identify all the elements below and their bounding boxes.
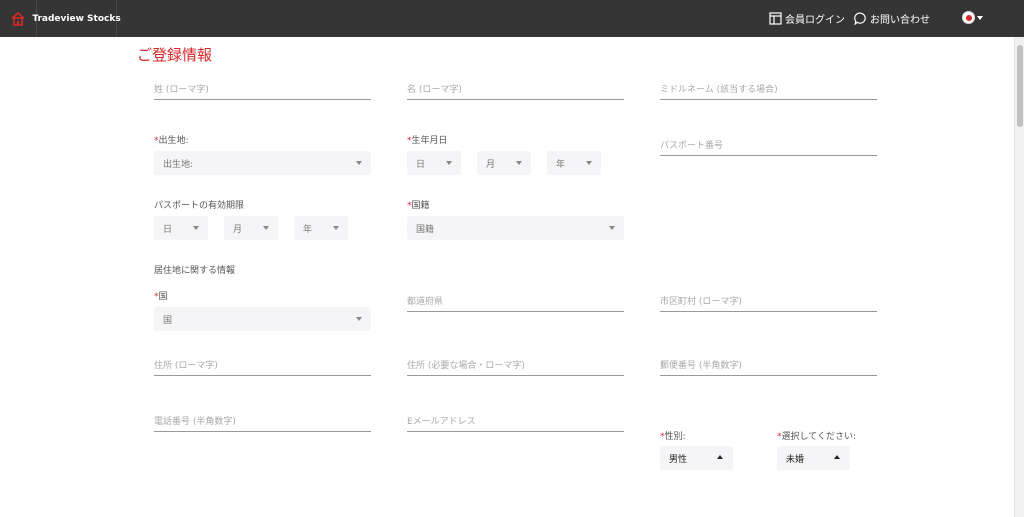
chevron-down-icon [193, 226, 199, 230]
middle-name-field[interactable]: ミドルネーム (該当する場合) [660, 74, 877, 100]
country-select-value: 国 [163, 316, 173, 326]
address1-placeholder: 住所 (ローマ字) [154, 361, 218, 371]
email-placeholder: Eメールアドレス [407, 417, 476, 427]
city-placeholder: 市区町村 (ローマ字) [660, 297, 742, 307]
postal-code-placeholder: 郵便番号 (半角数字) [660, 361, 742, 371]
nationality-select-value: 国籍 [416, 225, 435, 235]
passport-number-field[interactable]: パスポート番号 [660, 130, 877, 156]
expiry-year-select[interactable]: 年 [294, 216, 348, 240]
japan-flag-icon [962, 11, 975, 24]
marital-status-value: 未婚 [786, 455, 805, 465]
nationality-label: *国籍 [407, 201, 430, 211]
marital-status-select[interactable]: 未婚 [777, 446, 850, 470]
passport-number-placeholder: パスポート番号 [660, 141, 724, 151]
chevron-down-icon [263, 226, 269, 230]
first-name-field[interactable]: 名 (ローマ字) [407, 74, 624, 100]
contact-link[interactable]: お問い合わせ [854, 0, 930, 37]
expiry-month-value: 月 [233, 225, 243, 235]
postal-code-field[interactable]: 郵便番号 (半角数字) [660, 350, 877, 376]
gender-select[interactable]: 男性 [660, 446, 733, 470]
chevron-down-icon [586, 161, 592, 165]
email-field[interactable]: Eメールアドレス [407, 406, 624, 432]
phone-field[interactable]: 電話番号 (半角数字) [154, 406, 371, 432]
chevron-down-icon [356, 161, 362, 165]
phone-placeholder: 電話番号 (半角数字) [154, 417, 236, 427]
birthplace-select-value: 出生地: [163, 160, 194, 170]
brand-logo-text[interactable]: Tradeview Stocks [32, 0, 121, 37]
top-navigation-bar: Tradeview Stocks 会員ログイン お問い合わせ [0, 0, 1024, 37]
birth-year-select[interactable]: 年 [547, 151, 601, 175]
chat-bubble-icon [854, 12, 866, 25]
prefecture-placeholder: 都道府県 [407, 297, 444, 307]
chevron-down-icon [609, 226, 615, 230]
last-name-placeholder: 姓 (ローマ字) [154, 85, 209, 95]
country-select[interactable]: 国 [154, 307, 371, 331]
birthplace-label: *出生地: [154, 136, 189, 146]
passport-expiry-label: パスポートの有効期限 [154, 201, 245, 211]
page-title: ご登録情報 [137, 46, 213, 64]
home-icon [11, 11, 25, 26]
expiry-day-value: 日 [163, 225, 173, 235]
address1-field[interactable]: 住所 (ローマ字) [154, 350, 371, 376]
member-login-label: 会員ログイン [785, 15, 845, 26]
birthplace-select[interactable]: 出生地: [154, 151, 371, 175]
gender-select-value: 男性 [669, 455, 688, 465]
middle-name-placeholder: ミドルネーム (該当する場合) [660, 85, 778, 95]
member-login-link[interactable]: 会員ログイン [769, 0, 845, 37]
birth-year-value: 年 [556, 160, 566, 170]
birth-day-select[interactable]: 日 [407, 151, 461, 175]
country-label: *国 [154, 292, 168, 302]
last-name-field[interactable]: 姓 (ローマ字) [154, 74, 371, 100]
login-panel-icon [769, 12, 782, 25]
expiry-day-select[interactable]: 日 [154, 216, 208, 240]
gender-label: *性別: [660, 432, 686, 442]
contact-label: お問い合わせ [870, 15, 930, 26]
city-field[interactable]: 市区町村 (ローマ字) [660, 286, 877, 312]
residence-section-heading: 居住地に関する情報 [154, 266, 236, 276]
first-name-placeholder: 名 (ローマ字) [407, 85, 462, 95]
chevron-down-icon [333, 226, 339, 230]
nationality-select[interactable]: 国籍 [407, 216, 624, 240]
page-scrollbar[interactable] [1014, 37, 1024, 517]
expiry-month-select[interactable]: 月 [224, 216, 278, 240]
chevron-up-icon [834, 455, 840, 459]
birth-day-value: 日 [416, 160, 426, 170]
chevron-down-icon [446, 161, 452, 165]
address2-field[interactable]: 住所 (必要な場合・ローマ字) [407, 350, 624, 376]
birth-month-select[interactable]: 月 [477, 151, 531, 175]
prefecture-field[interactable]: 都道府県 [407, 286, 624, 312]
scrollbar-thumb[interactable] [1017, 45, 1023, 127]
chevron-down-icon [977, 15, 983, 20]
marital-status-label: *選択してください: [777, 432, 856, 442]
chevron-down-icon [516, 161, 522, 165]
birthdate-label: *生年月日 [407, 136, 448, 146]
birth-month-value: 月 [486, 160, 496, 170]
chevron-up-icon [717, 455, 723, 459]
chevron-down-icon [356, 317, 362, 321]
address2-placeholder: 住所 (必要な場合・ローマ字) [407, 361, 525, 371]
expiry-year-value: 年 [303, 225, 313, 235]
language-selector[interactable] [962, 11, 983, 24]
